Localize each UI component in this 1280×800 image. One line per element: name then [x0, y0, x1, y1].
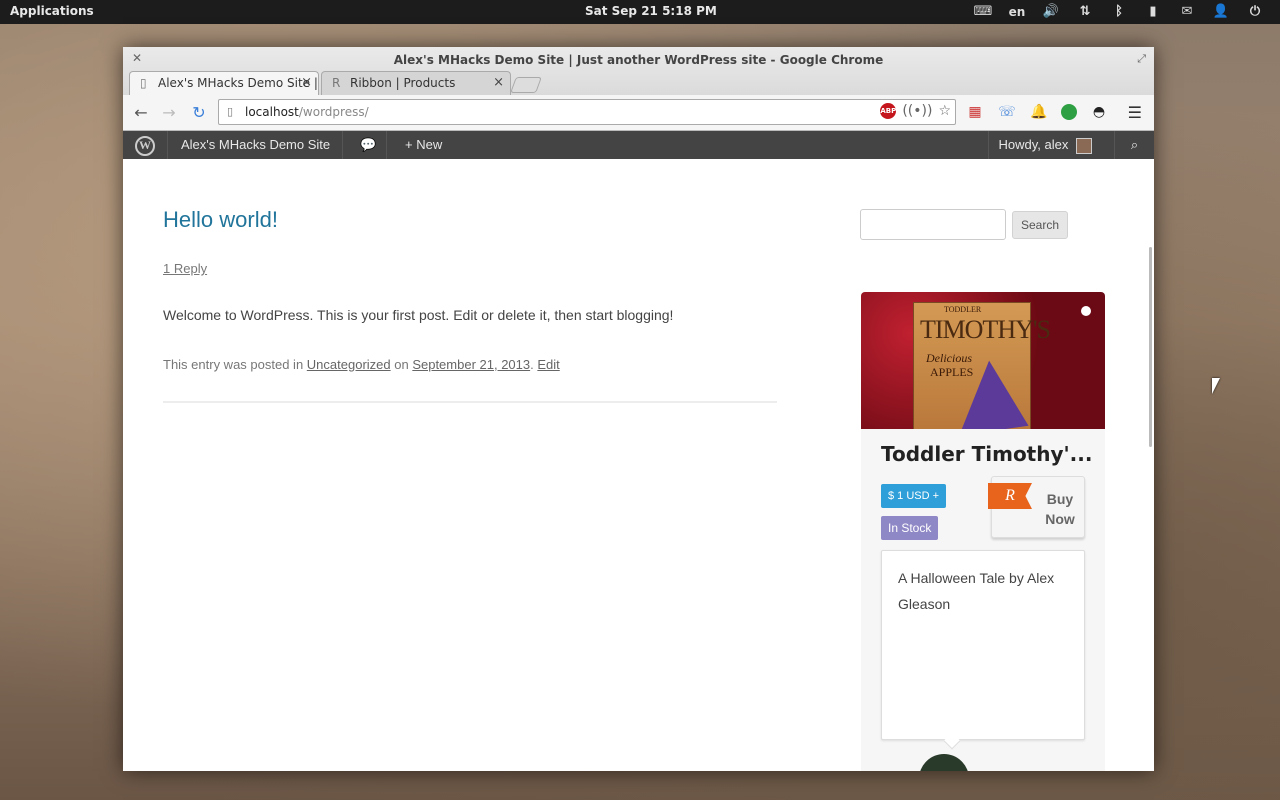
- system-tray: ⌨ en 🔊 ⇅ ᛒ ▮ ✉ 👤 ⏻: [966, 3, 1272, 21]
- tab-strip: ▯ Alex's MHacks Demo Site | × R Ribbon |…: [129, 71, 542, 95]
- admin-bar-new[interactable]: + New: [395, 131, 452, 159]
- url-path: /wordpress/: [298, 105, 369, 119]
- star-bookmark-icon[interactable]: ☆: [938, 103, 951, 119]
- price-badge: $ 1 USD +: [881, 484, 947, 508]
- reply-link[interactable]: 1 Reply: [163, 261, 207, 276]
- book-cover: TODDLER TIMOTHY'S Delicious APPLES: [913, 302, 1051, 429]
- address-bar[interactable]: ▯ localhost/wordpress/ ABP ((•)) ☆: [218, 99, 956, 125]
- chrome-menu-icon[interactable]: ☰: [1128, 103, 1142, 122]
- ribbon-favicon-icon: R: [332, 76, 341, 90]
- date-link[interactable]: September 21, 2013: [412, 357, 530, 372]
- ribbon-product-widget: TODDLER TIMOTHY'S Delicious APPLES Toddl…: [861, 292, 1105, 771]
- howdy-label: Howdy, alex: [998, 137, 1069, 152]
- tab-close-icon[interactable]: ×: [301, 75, 312, 90]
- battery-icon[interactable]: ▮: [1136, 3, 1170, 21]
- plus-icon: +: [405, 137, 413, 152]
- browser-toolbar: ← → ↻ ▯ localhost/wordpress/ ABP ((•)) ☆…: [123, 95, 1154, 131]
- category-link[interactable]: Uncategorized: [307, 357, 391, 372]
- meta-on: on: [390, 357, 413, 372]
- tab-ribbon-products[interactable]: R Ribbon | Products ×: [321, 71, 511, 95]
- url-host: localhost: [245, 105, 299, 119]
- avatar: [1076, 137, 1092, 154]
- extension-icons: ▦ ☏ 🔔 ◓: [965, 102, 1109, 122]
- wizard-hat-illustration: [949, 356, 1029, 429]
- language-indicator[interactable]: en: [1000, 3, 1034, 21]
- page-icon: ▯: [140, 76, 147, 90]
- admin-bar-site-name[interactable]: Alex's MHacks Demo Site: [169, 131, 344, 159]
- window-title: Alex's MHacks Demo Site | Just another W…: [393, 53, 884, 67]
- omnibox-actions: ABP ((•)) ☆: [880, 103, 951, 119]
- product-name[interactable]: Toddler Timothy'...: [881, 442, 1092, 466]
- window-maximize-icon[interactable]: ⤢: [1137, 52, 1146, 66]
- page-content: Hello world! 1 Reply Welcome to WordPres…: [123, 159, 1154, 771]
- meta-prefix: This entry was posted in: [163, 357, 307, 372]
- reload-icon[interactable]: ↻: [189, 103, 209, 122]
- book-title: TIMOTHY'S: [920, 315, 1051, 344]
- book-top-text: TODDLER: [944, 305, 982, 314]
- tab-label: Alex's MHacks Demo Site |: [158, 76, 318, 90]
- power-icon[interactable]: ⏻: [1238, 3, 1272, 21]
- mouse-cursor-icon: [1212, 378, 1220, 394]
- bluetooth-icon[interactable]: ᛒ: [1102, 3, 1136, 21]
- user-icon[interactable]: 👤: [1204, 3, 1238, 21]
- new-tab-button[interactable]: [510, 77, 542, 93]
- ribbon-logo-icon: R: [988, 483, 1032, 509]
- product-description-text: A Halloween Tale by Alex Gleason: [898, 570, 1055, 612]
- product-image[interactable]: TODDLER TIMOTHY'S Delicious APPLES: [861, 292, 1105, 429]
- tab-close-icon[interactable]: ×: [493, 75, 504, 90]
- admin-bar-account[interactable]: Howdy, alex: [987, 131, 1102, 159]
- calendar-extension-icon[interactable]: ▦: [965, 102, 985, 122]
- evernote-extension-icon[interactable]: [1061, 104, 1077, 120]
- post-meta: This entry was posted in Uncategorized o…: [163, 357, 560, 372]
- mail-icon[interactable]: ✉: [1170, 3, 1204, 21]
- wordpress-logo-icon[interactable]: W: [123, 131, 168, 159]
- comments-icon[interactable]: 💬: [351, 131, 387, 159]
- sidebar-search-button[interactable]: Search: [1012, 211, 1068, 239]
- hangouts-extension-icon[interactable]: ☏: [997, 102, 1017, 122]
- product-description: A Halloween Tale by Alex Gleason: [881, 550, 1085, 750]
- admin-bar-search-icon[interactable]: ⌕: [1114, 131, 1154, 159]
- sidebar-search-input[interactable]: [860, 209, 1006, 240]
- wp-admin-bar: W Alex's MHacks Demo Site 💬 + New Howdy,…: [123, 131, 1154, 159]
- adblock-icon[interactable]: ABP: [880, 103, 897, 119]
- tab-label: Ribbon | Products: [350, 76, 456, 90]
- page-scrollbar[interactable]: [1149, 247, 1152, 447]
- speech-bubble-tail: [943, 732, 961, 750]
- edit-link[interactable]: Edit: [537, 357, 559, 372]
- bell-icon[interactable]: 🔔: [1029, 102, 1049, 122]
- volume-icon[interactable]: 🔊: [1034, 3, 1068, 21]
- back-arrow-icon[interactable]: ←: [131, 103, 151, 122]
- keyboard-icon[interactable]: ⌨: [966, 3, 1000, 21]
- network-icon[interactable]: ⇅: [1068, 3, 1102, 21]
- applications-menu[interactable]: Applications: [10, 4, 94, 18]
- tab-demo-site[interactable]: ▯ Alex's MHacks Demo Site | ×: [129, 71, 319, 95]
- desktop-top-panel: Applications Sat Sep 21 5:18 PM ⌨ en 🔊 ⇅…: [0, 0, 1280, 24]
- page-icon: ▯: [227, 105, 234, 118]
- post-title[interactable]: Hello world!: [163, 207, 278, 233]
- buy-now-label: Buy Now: [1045, 491, 1075, 527]
- browser-window: ✕ Alex's MHacks Demo Site | Just another…: [123, 47, 1154, 771]
- forward-arrow-icon[interactable]: →: [159, 103, 179, 122]
- broadcast-icon[interactable]: ((•)): [902, 103, 932, 119]
- post-divider: [163, 401, 777, 403]
- seller-avatar[interactable]: [919, 754, 969, 771]
- stock-badge: In Stock: [881, 516, 939, 540]
- post-body: Welcome to WordPress. This is your first…: [163, 307, 674, 323]
- new-label: New: [416, 137, 443, 152]
- incognito-mask-icon[interactable]: ◓: [1089, 102, 1109, 122]
- clock[interactable]: Sat Sep 21 5:18 PM: [585, 4, 717, 18]
- buy-now-button[interactable]: R Buy Now: [988, 476, 1085, 538]
- image-indicator-dot[interactable]: [1081, 306, 1091, 316]
